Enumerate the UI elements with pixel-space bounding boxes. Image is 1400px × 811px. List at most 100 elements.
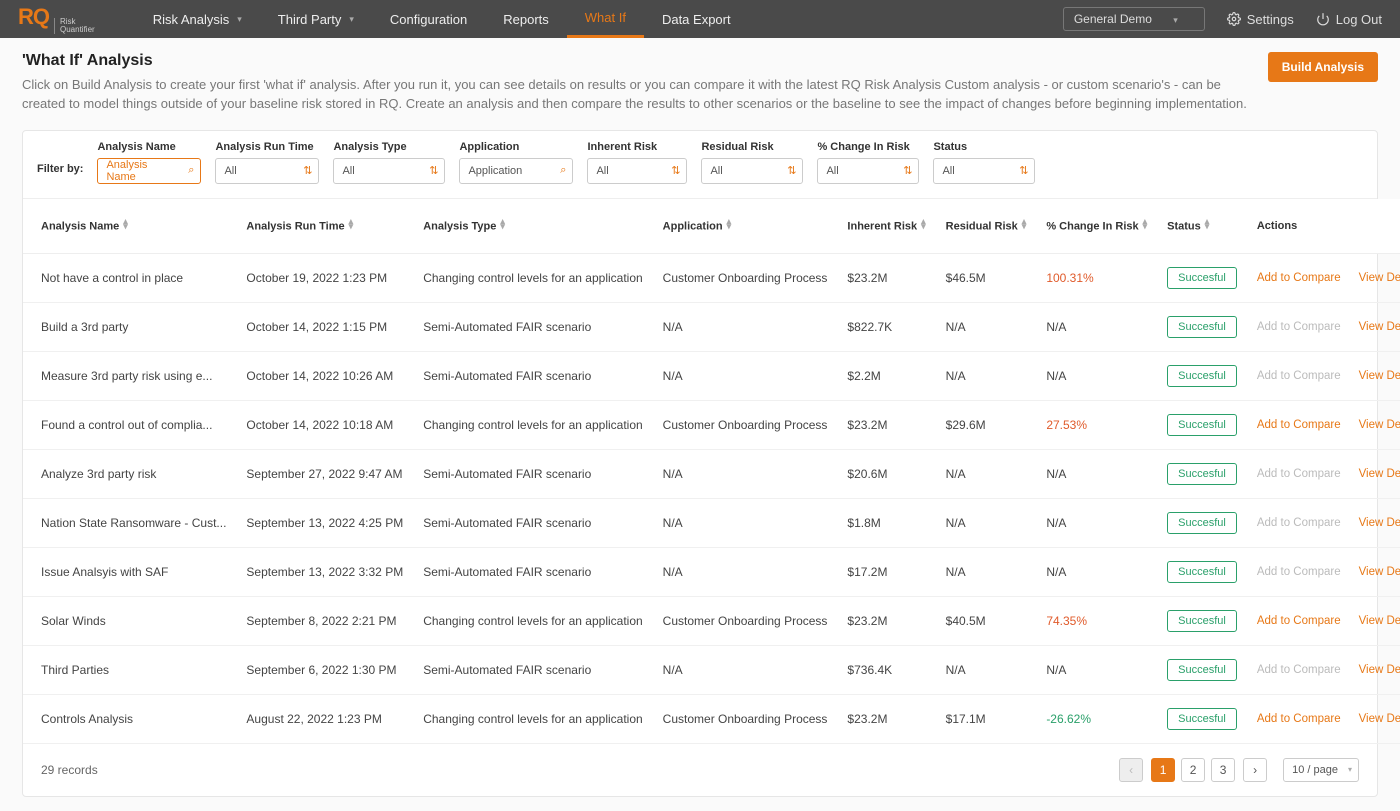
environment-select[interactable]: General Demo ▾ bbox=[1063, 7, 1205, 31]
cell: Customer Onboarding Process bbox=[653, 400, 838, 449]
cell: Third Parties bbox=[23, 645, 236, 694]
view-details-link[interactable]: View Details bbox=[1359, 517, 1400, 529]
status-badge: Succesful bbox=[1167, 463, 1237, 485]
add-to-compare-link: Add to Compare bbox=[1257, 370, 1341, 382]
cell: N/A bbox=[936, 645, 1037, 694]
cell-status: Succesful bbox=[1157, 596, 1247, 645]
filter-analysis-run-time[interactable]: All⇅ bbox=[215, 158, 319, 184]
cell-actions: Add to CompareView DetailsDelete bbox=[1247, 253, 1400, 302]
column-header[interactable]: % Change In Risk bbox=[1036, 199, 1157, 254]
table-footer: 29 records ‹ 123 › 10 / page ▾ bbox=[23, 744, 1377, 796]
table-row: Nation State Ransomware - Cust...Septemb… bbox=[23, 498, 1400, 547]
column-header[interactable]: Residual Risk bbox=[936, 199, 1037, 254]
nav-item-label: Third Party bbox=[278, 12, 342, 27]
cell: August 22, 2022 1:23 PM bbox=[236, 694, 413, 743]
page-number-button[interactable]: 2 bbox=[1181, 758, 1205, 782]
sort-icon bbox=[500, 219, 505, 230]
cell: N/A bbox=[653, 351, 838, 400]
filter-analysis-type[interactable]: All⇅ bbox=[333, 158, 445, 184]
view-details-link[interactable]: View Details bbox=[1359, 664, 1400, 676]
cell-status: Succesful bbox=[1157, 449, 1247, 498]
build-analysis-button[interactable]: Build Analysis bbox=[1268, 52, 1378, 82]
cell: Controls Analysis bbox=[23, 694, 236, 743]
filter-value: All bbox=[826, 165, 838, 177]
cell: N/A bbox=[936, 351, 1037, 400]
nav-item-data-export[interactable]: Data Export bbox=[644, 0, 749, 38]
filter-inherent-risk[interactable]: All⇅ bbox=[587, 158, 687, 184]
filter--change-in-risk[interactable]: All⇅ bbox=[817, 158, 919, 184]
nav-item-configuration[interactable]: Configuration bbox=[372, 0, 485, 38]
cell-actions: Add to CompareView DetailsDelete bbox=[1247, 498, 1400, 547]
view-details-link[interactable]: View Details bbox=[1359, 272, 1400, 284]
cell-status: Succesful bbox=[1157, 547, 1247, 596]
filter-status[interactable]: All⇅ bbox=[933, 158, 1035, 184]
filter-label: % Change In Risk bbox=[817, 141, 919, 153]
nav-item-risk-analysis[interactable]: Risk Analysis▾ bbox=[135, 0, 260, 38]
cell: N/A bbox=[653, 498, 838, 547]
search-icon: ⌕ bbox=[560, 164, 566, 177]
column-header[interactable]: Analysis Run Time bbox=[236, 199, 413, 254]
add-to-compare-link[interactable]: Add to Compare bbox=[1257, 419, 1341, 431]
cell-actions: Add to CompareView DetailsDelete bbox=[1247, 400, 1400, 449]
status-badge: Succesful bbox=[1167, 365, 1237, 387]
top-nav: RQ Risk Quantifier Risk Analysis▾Third P… bbox=[0, 0, 1400, 38]
page-subtitle: Click on Build Analysis to create your f… bbox=[22, 76, 1248, 114]
add-to-compare-link[interactable]: Add to Compare bbox=[1257, 272, 1341, 284]
logo[interactable]: RQ Risk Quantifier bbox=[18, 4, 95, 34]
logout-link[interactable]: Log Out bbox=[1316, 12, 1382, 27]
view-details-link[interactable]: View Details bbox=[1359, 419, 1400, 431]
filter-label: Residual Risk bbox=[701, 141, 803, 153]
column-header[interactable]: Actions bbox=[1247, 199, 1393, 254]
nav-item-what-if[interactable]: What If bbox=[567, 0, 644, 38]
column-header[interactable]: Analysis Name bbox=[23, 199, 236, 254]
cell: October 14, 2022 1:15 PM bbox=[236, 302, 413, 351]
nav-item-reports[interactable]: Reports bbox=[485, 0, 567, 38]
settings-link[interactable]: Settings bbox=[1227, 12, 1294, 27]
column-header-label: Inherent Risk bbox=[847, 220, 917, 232]
view-details-link[interactable]: View Details bbox=[1359, 321, 1400, 333]
filter-residual-risk[interactable]: All⇅ bbox=[701, 158, 803, 184]
cell: $46.5M bbox=[936, 253, 1037, 302]
settings-label: Settings bbox=[1247, 12, 1294, 27]
cell: September 13, 2022 3:32 PM bbox=[236, 547, 413, 596]
filter-analysis-name[interactable]: Analysis Name⌕ bbox=[97, 158, 201, 184]
status-badge: Succesful bbox=[1167, 708, 1237, 730]
column-header[interactable]: Analysis Type bbox=[413, 199, 652, 254]
add-to-compare-link[interactable]: Add to Compare bbox=[1257, 615, 1341, 627]
filter-application[interactable]: Application⌕ bbox=[459, 158, 573, 184]
sliders-icon: ⇅ bbox=[787, 164, 796, 177]
view-details-link[interactable]: View Details bbox=[1359, 370, 1400, 382]
column-header[interactable]: Application bbox=[653, 199, 838, 254]
cell: N/A bbox=[936, 449, 1037, 498]
page-next-button[interactable]: › bbox=[1243, 758, 1267, 782]
cell: Changing control levels for an applicati… bbox=[413, 694, 652, 743]
column-header[interactable]: Status bbox=[1157, 199, 1247, 254]
filter-by-label: Filter by: bbox=[37, 149, 83, 175]
cell-actions: Add to CompareView DetailsDelete bbox=[1247, 449, 1400, 498]
cell-pct-change: N/A bbox=[1036, 498, 1157, 547]
cell: Not have a control in place bbox=[23, 253, 236, 302]
cell: N/A bbox=[653, 645, 838, 694]
cell: October 14, 2022 10:26 AM bbox=[236, 351, 413, 400]
cell-pct-change: N/A bbox=[1036, 302, 1157, 351]
page-number-button[interactable]: 1 bbox=[1151, 758, 1175, 782]
view-details-link[interactable]: View Details bbox=[1359, 566, 1400, 578]
filter-label: Analysis Type bbox=[333, 141, 445, 153]
column-header-label: Analysis Name bbox=[41, 220, 119, 232]
view-details-link[interactable]: View Details bbox=[1359, 468, 1400, 480]
nav-item-third-party[interactable]: Third Party▾ bbox=[260, 0, 372, 38]
page-prev-button[interactable]: ‹ bbox=[1119, 758, 1143, 782]
cell-status: Succesful bbox=[1157, 645, 1247, 694]
nav-item-label: Risk Analysis bbox=[153, 12, 230, 27]
add-to-compare-link: Add to Compare bbox=[1257, 321, 1341, 333]
per-page-select[interactable]: 10 / page ▾ bbox=[1283, 758, 1359, 782]
column-header[interactable]: Inherent Risk bbox=[837, 199, 935, 254]
sort-icon bbox=[727, 219, 732, 230]
page-number-button[interactable]: 3 bbox=[1211, 758, 1235, 782]
view-details-link[interactable]: View Details bbox=[1359, 615, 1400, 627]
status-badge: Succesful bbox=[1167, 267, 1237, 289]
analysis-table: Analysis Name Analysis Run TimeAnalysis T… bbox=[23, 199, 1400, 744]
cell-pct-change: N/A bbox=[1036, 547, 1157, 596]
nav-item-label: Reports bbox=[503, 12, 549, 27]
sliders-icon: ⇅ bbox=[671, 164, 680, 177]
